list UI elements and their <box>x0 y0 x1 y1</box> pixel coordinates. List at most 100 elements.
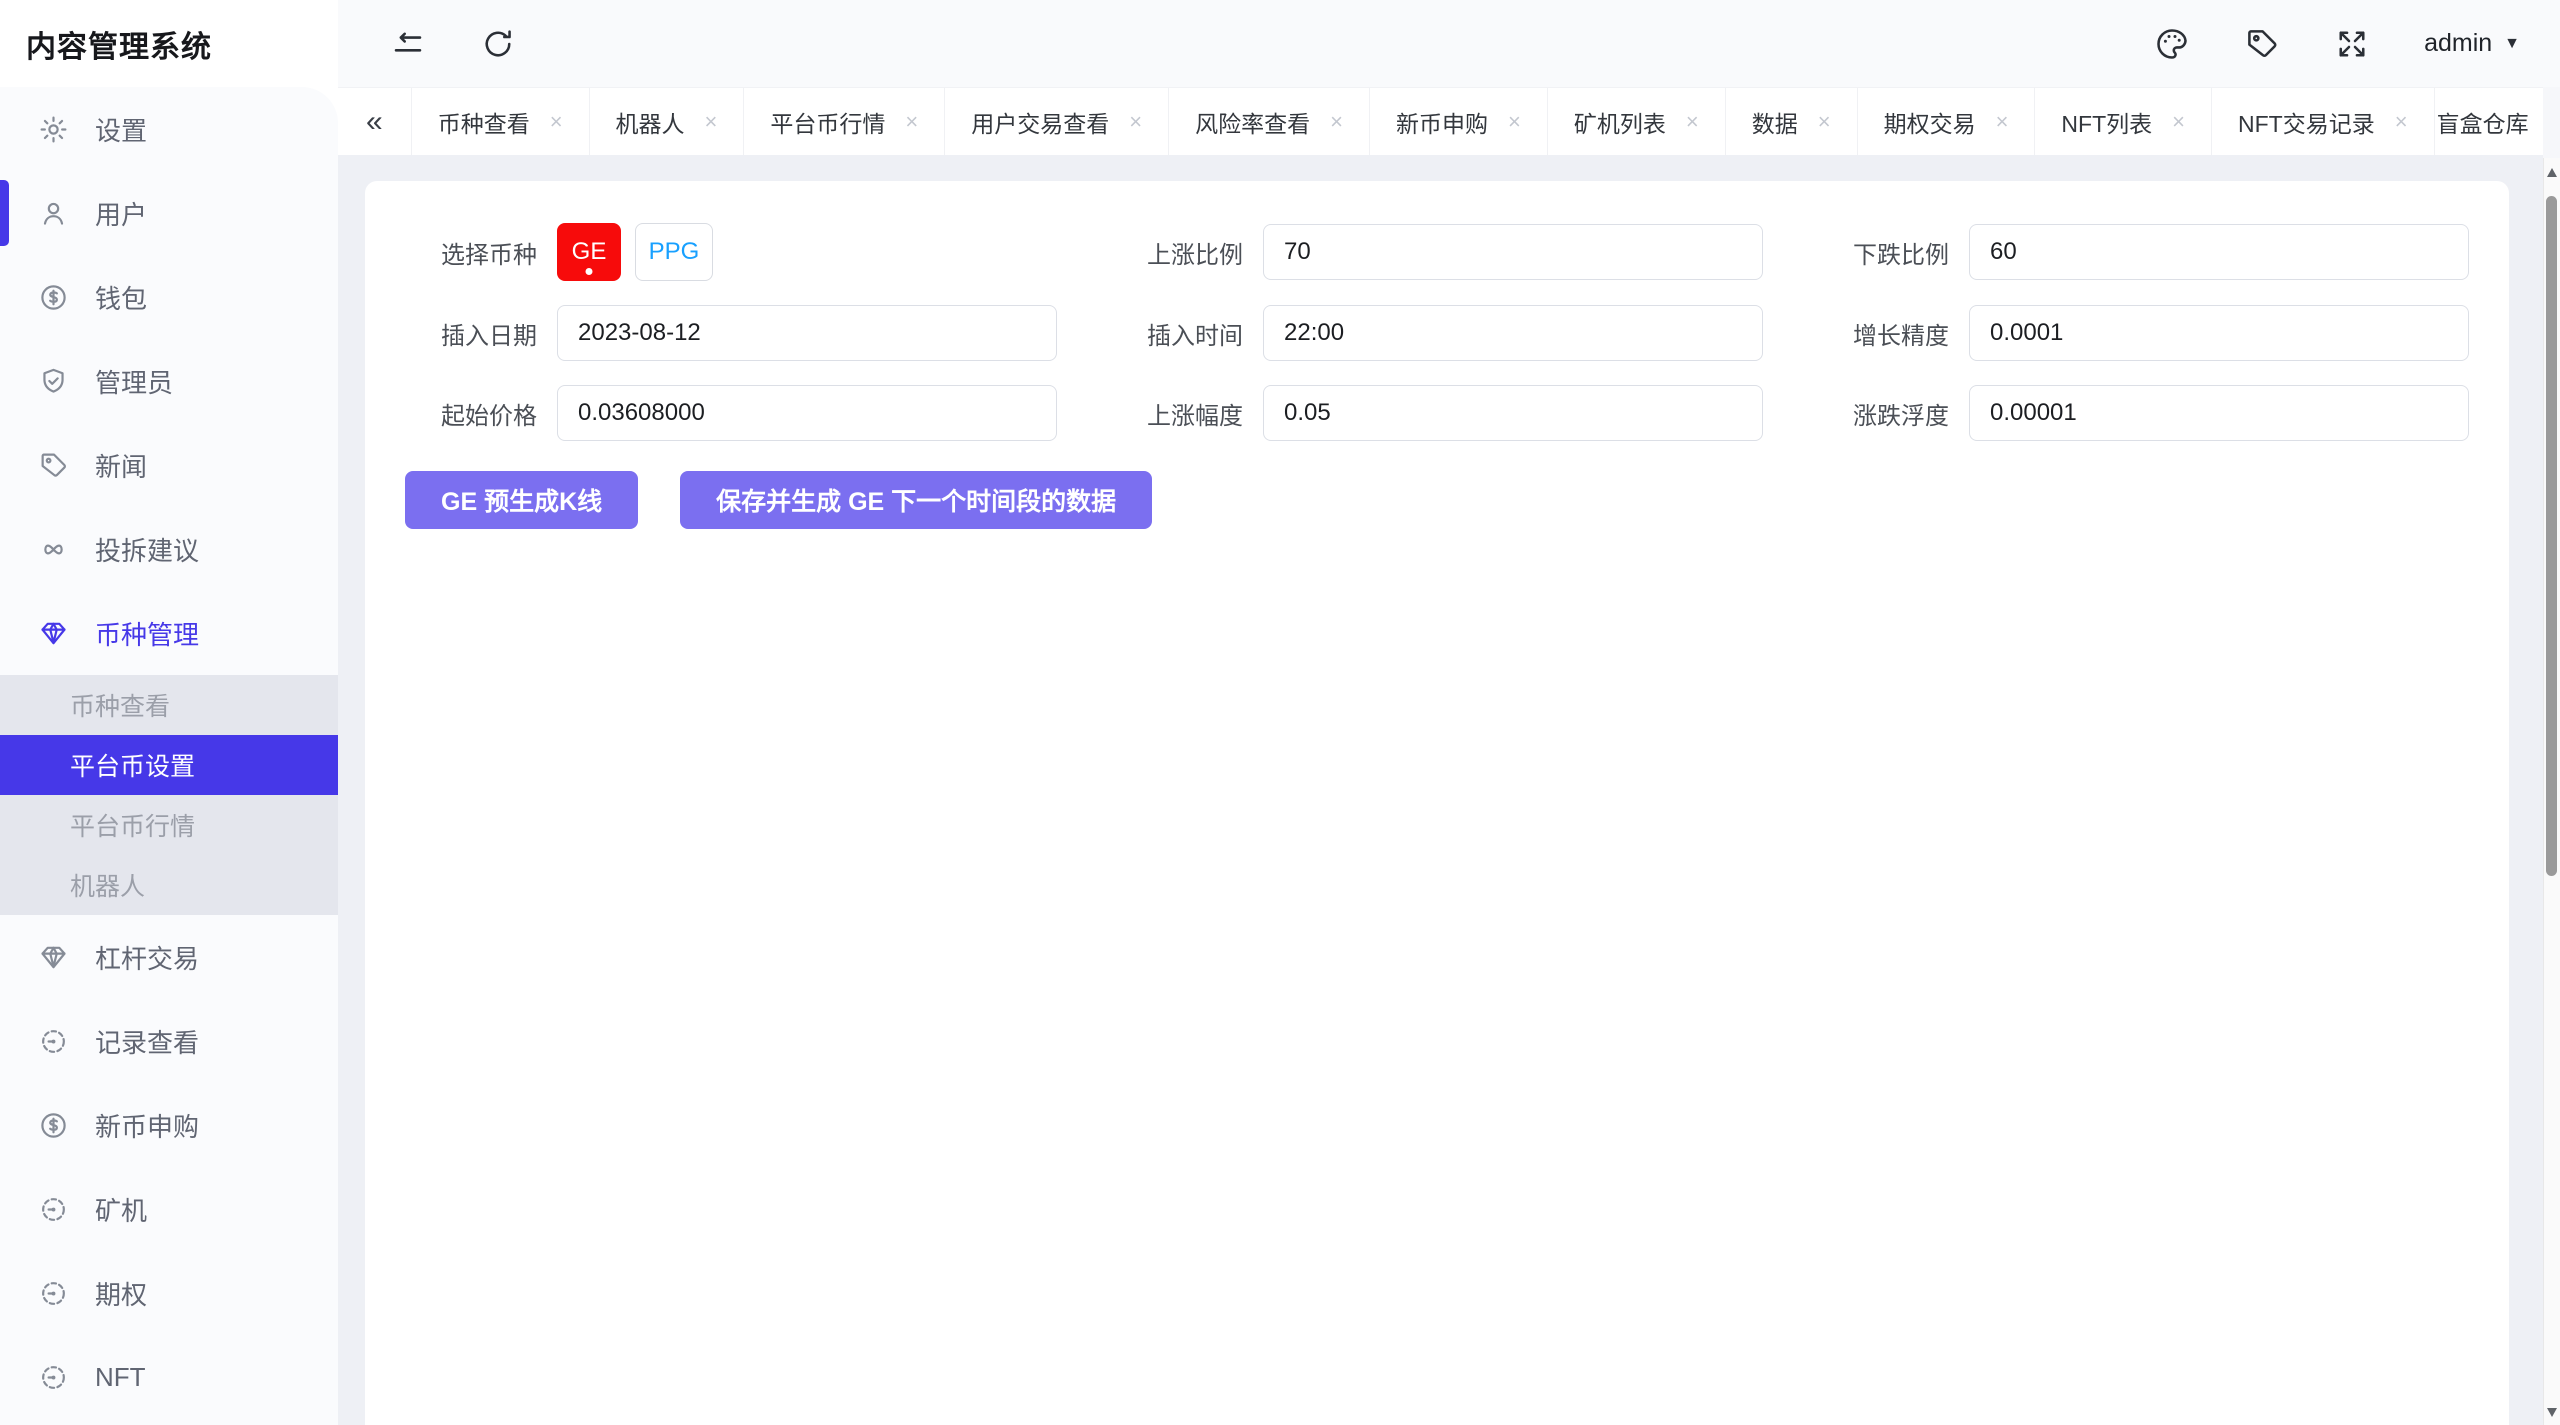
tab-user-trade-view[interactable]: 用户交易查看 × <box>945 88 1169 155</box>
sidebar-item-label: 杠杆交易 <box>95 939 199 976</box>
close-icon[interactable]: × <box>1996 109 2009 135</box>
tab-data[interactable]: 数据 × <box>1726 88 1858 155</box>
sidebar-item-admins[interactable]: 管理员 <box>0 339 338 423</box>
gauge-icon <box>38 1278 69 1309</box>
main-content: 选择币种 GE PPG 上涨比例 下跌比例 插入日期 <box>338 155 2543 1425</box>
save-generate-next-period-button[interactable]: 保存并生成 GE 下一个时间段的数据 <box>680 471 1152 529</box>
field-label: 上涨幅度 <box>1111 396 1243 431</box>
sidebar-item-label: 记录查看 <box>95 1023 199 1060</box>
close-icon[interactable]: × <box>1330 109 1343 135</box>
sidebar-item-news[interactable]: 新闻 <box>0 423 338 507</box>
sidebar-item-users[interactable]: 用户 <box>0 171 338 255</box>
top-header: admin ▼ <box>338 0 2560 87</box>
sidebar-item-miner[interactable]: 矿机 <box>0 1167 338 1251</box>
tab-platform-coin-market[interactable]: 平台币行情 × <box>744 88 945 155</box>
field-label: 涨跌浮度 <box>1817 396 1949 431</box>
field-label: 插入日期 <box>405 316 537 351</box>
sidebar-item-nft[interactable]: NFT <box>0 1335 338 1419</box>
close-icon[interactable]: × <box>2395 109 2408 135</box>
user-menu[interactable]: admin ▼ <box>2424 29 2520 58</box>
coin-options: GE PPG <box>557 223 713 281</box>
dollar-circle-icon <box>38 1110 69 1141</box>
rise-amplitude-input[interactable] <box>1263 385 1763 441</box>
sidebar-item-label: 投拆建议 <box>95 531 199 568</box>
vertical-scrollbar[interactable] <box>2543 158 2560 1425</box>
active-indicator-bar <box>0 180 9 246</box>
gauge-icon <box>38 1026 69 1057</box>
gem-icon <box>38 618 69 649</box>
submenu-item-label: 币种查看 <box>70 687 170 723</box>
field-label: 起始价格 <box>405 396 537 431</box>
close-icon[interactable]: × <box>1129 109 1142 135</box>
sidebar-item-label: 矿机 <box>95 1191 147 1228</box>
tab-miner-list[interactable]: 矿机列表 × <box>1548 88 1726 155</box>
pregenerate-kline-button[interactable]: GE 预生成K线 <box>405 471 638 529</box>
sidebar-item-leverage-trading[interactable]: 杠杆交易 <box>0 915 338 999</box>
close-icon[interactable]: × <box>550 109 563 135</box>
fall-ratio-field: 下跌比例 <box>1817 223 2469 281</box>
tab-robot[interactable]: 机器人 × <box>590 88 745 155</box>
sidebar-item-new-coin-subscription[interactable]: 新币申购 <box>0 1083 338 1167</box>
tag-icon[interactable] <box>2244 26 2280 62</box>
fluctuation-field: 涨跌浮度 <box>1817 385 2469 441</box>
submenu-item-robot[interactable]: 机器人 <box>0 855 338 915</box>
sidebar-item-label: 新闻 <box>95 447 147 484</box>
scrollbar-thumb[interactable] <box>2546 196 2557 876</box>
field-label: 增长精度 <box>1817 316 1949 351</box>
start-price-field: 起始价格 <box>405 385 1057 441</box>
insert-date-input[interactable] <box>557 305 1057 361</box>
submenu-item-label: 机器人 <box>70 867 145 903</box>
growth-precision-input[interactable] <box>1969 305 2469 361</box>
sidebar-item-label: 新币申购 <box>95 1107 199 1144</box>
start-price-input[interactable] <box>557 385 1057 441</box>
close-icon[interactable]: × <box>1686 109 1699 135</box>
scroll-down-arrow-icon[interactable] <box>2547 1408 2557 1417</box>
sidebar-item-options[interactable]: 期权 <box>0 1251 338 1335</box>
tabs-scroll-right-icon[interactable]: » <box>2539 88 2560 155</box>
sidebar-item-label: 设置 <box>95 111 147 148</box>
gauge-icon <box>38 1194 69 1225</box>
sidebar-item-wallet[interactable]: 钱包 <box>0 255 338 339</box>
close-icon[interactable]: × <box>705 109 718 135</box>
tab-coin-view[interactable]: 币种查看 × <box>412 88 590 155</box>
close-icon[interactable]: × <box>2172 109 2185 135</box>
fluctuation-input[interactable] <box>1969 385 2469 441</box>
refresh-icon[interactable] <box>480 26 516 62</box>
tab-blind-box-warehouse[interactable]: 盲盒仓库 <box>2435 88 2539 155</box>
tab-nft-list[interactable]: NFT列表 × <box>2035 88 2212 155</box>
submenu-item-platform-coin-market[interactable]: 平台币行情 <box>0 795 338 855</box>
tab-nft-trade-records[interactable]: NFT交易记录 × <box>2212 88 2435 155</box>
tab-bar: « 币种查看 × 机器人 × 平台币行情 × 用户交易查看 × 风险率查看 × … <box>338 87 2543 155</box>
tab-risk-rate-view[interactable]: 风险率查看 × <box>1169 88 1370 155</box>
link-icon <box>38 534 69 565</box>
close-icon[interactable]: × <box>1508 109 1521 135</box>
tabs-scroll-left-icon[interactable]: « <box>338 88 412 155</box>
coin-option-ge-button[interactable]: GE <box>557 223 621 281</box>
scroll-up-arrow-icon[interactable] <box>2547 168 2557 177</box>
sidebar-item-settings[interactable]: 设置 <box>0 87 338 171</box>
tab-options-trading[interactable]: 期权交易 × <box>1858 88 2036 155</box>
insert-time-input[interactable] <box>1263 305 1763 361</box>
sidebar-item-feedback[interactable]: 投拆建议 <box>0 507 338 591</box>
sidebar-item-label: 管理员 <box>95 363 173 400</box>
close-icon[interactable]: × <box>1818 109 1831 135</box>
settings-card: 选择币种 GE PPG 上涨比例 下跌比例 插入日期 <box>365 181 2509 1425</box>
gem-icon <box>38 942 69 973</box>
shield-check-icon <box>38 366 69 397</box>
sidebar-item-coin-management[interactable]: 币种管理 <box>0 591 338 675</box>
rise-ratio-input[interactable] <box>1263 224 1763 280</box>
submenu-item-coin-view[interactable]: 币种查看 <box>0 675 338 735</box>
sidebar-item-label: 期权 <box>95 1275 147 1312</box>
theme-palette-icon[interactable] <box>2154 26 2190 62</box>
sidebar: 内容管理系统 设置 用户 钱包 管理员 新闻 投拆建议 币种管理 <box>0 0 338 1425</box>
coin-option-ppg-button[interactable]: PPG <box>635 223 713 281</box>
fullscreen-icon[interactable] <box>2334 26 2370 62</box>
tab-new-coin-subscription[interactable]: 新币申购 × <box>1370 88 1548 155</box>
submenu-item-label: 平台币行情 <box>70 807 195 843</box>
submenu-item-platform-coin-settings[interactable]: 平台币设置 <box>0 735 338 795</box>
sidebar-item-records[interactable]: 记录查看 <box>0 999 338 1083</box>
close-icon[interactable]: × <box>905 109 918 135</box>
sidebar-collapse-icon[interactable] <box>390 26 426 62</box>
fall-ratio-input[interactable] <box>1969 224 2469 280</box>
insert-date-field: 插入日期 <box>405 305 1057 361</box>
